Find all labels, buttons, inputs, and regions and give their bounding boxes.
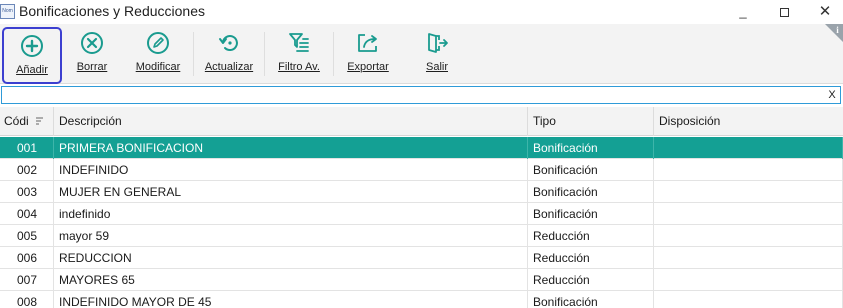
cell-code: 002 bbox=[0, 159, 54, 181]
cell-type: Bonificación bbox=[528, 137, 654, 159]
cell-description: REDUCCION bbox=[54, 247, 528, 269]
add-label: Añadir bbox=[16, 64, 48, 76]
sort-icon bbox=[36, 117, 43, 125]
column-header-type[interactable]: Tipo bbox=[528, 107, 654, 136]
table-row[interactable]: 008 INDEFINIDO MAYOR DE 45 Bonificación bbox=[0, 291, 843, 308]
refresh-button[interactable]: Actualizar bbox=[198, 30, 260, 78]
exit-button[interactable]: Salir bbox=[408, 30, 466, 78]
x-circle-icon bbox=[81, 32, 103, 54]
cell-type: Bonificación bbox=[528, 181, 654, 203]
close-button[interactable]: ✕ bbox=[815, 2, 835, 22]
edit-button[interactable]: Modificar bbox=[128, 30, 188, 78]
refresh-icon bbox=[219, 35, 238, 51]
cell-disposition bbox=[654, 137, 843, 159]
cell-description: MAYORES 65 bbox=[54, 269, 528, 291]
window-title: Bonificaciones y Reducciones bbox=[19, 3, 205, 19]
cell-type: Reducción bbox=[528, 247, 654, 269]
column-header-code-label: Códi bbox=[4, 114, 29, 128]
cell-code: 006 bbox=[0, 247, 54, 269]
table-row[interactable]: 003 MUJER EN GENERAL Bonificación bbox=[0, 181, 843, 203]
toolbar: Añadir Borrar Modificar Actualizar Filtr… bbox=[0, 24, 843, 84]
export-label: Exportar bbox=[347, 61, 389, 73]
advanced-filter-button[interactable]: Filtro Av. bbox=[270, 30, 328, 78]
toolbar-separator bbox=[333, 32, 334, 76]
app-icon: Nom bbox=[0, 4, 15, 19]
info-icon[interactable]: i bbox=[825, 24, 843, 42]
exit-door-icon bbox=[428, 33, 448, 53]
add-button[interactable]: Añadir bbox=[2, 27, 62, 84]
cell-disposition bbox=[654, 291, 843, 308]
maximize-icon bbox=[779, 8, 789, 18]
delete-label: Borrar bbox=[76, 61, 108, 73]
search-input[interactable] bbox=[1, 86, 841, 104]
cell-code: 007 bbox=[0, 269, 54, 291]
cell-description: MUJER EN GENERAL bbox=[54, 181, 528, 203]
cell-code: 003 bbox=[0, 181, 54, 203]
edit-label: Modificar bbox=[135, 61, 181, 73]
table-row[interactable]: 006 REDUCCION Reducción bbox=[0, 247, 843, 269]
cell-code: 005 bbox=[0, 225, 54, 247]
cell-type: Reducción bbox=[528, 269, 654, 291]
plus-circle-icon bbox=[21, 35, 43, 57]
cell-description: INDEFINIDO bbox=[54, 159, 528, 181]
cell-description: mayor 59 bbox=[54, 225, 528, 247]
pencil-circle-icon bbox=[147, 32, 169, 54]
cell-code: 008 bbox=[0, 291, 54, 308]
cell-type: Bonificación bbox=[528, 291, 654, 308]
exit-label: Salir bbox=[425, 61, 448, 73]
export-icon bbox=[358, 34, 377, 52]
cell-description: PRIMERA BONIFICACION bbox=[54, 137, 528, 159]
filter-row: X bbox=[0, 86, 843, 104]
cell-disposition bbox=[654, 159, 843, 181]
table-row[interactable]: 001 PRIMERA BONIFICACION Bonificación bbox=[0, 137, 843, 159]
refresh-label: Actualizar bbox=[204, 61, 254, 73]
advanced-filter-label: Filtro Av. bbox=[278, 61, 320, 73]
cell-disposition bbox=[654, 269, 843, 291]
cell-code: 004 bbox=[0, 203, 54, 225]
table-row[interactable]: 002 INDEFINIDO Bonificación bbox=[0, 159, 843, 181]
cell-disposition bbox=[654, 247, 843, 269]
minimize-button[interactable]: _ bbox=[733, 2, 753, 22]
export-button[interactable]: Exportar bbox=[340, 30, 396, 78]
maximize-button[interactable] bbox=[774, 2, 794, 22]
cell-type: Reducción bbox=[528, 225, 654, 247]
column-header-code[interactable]: Códi bbox=[0, 107, 54, 136]
cell-description: indefinido bbox=[54, 203, 528, 225]
table-row[interactable]: 004 indefinido Bonificación bbox=[0, 203, 843, 225]
column-header-disposition[interactable]: Disposición bbox=[654, 107, 843, 136]
toolbar-separator bbox=[264, 32, 265, 76]
cell-type: Bonificación bbox=[528, 203, 654, 225]
grid-header: Códi Descripción Tipo Disposición bbox=[0, 107, 843, 136]
cell-type: Bonificación bbox=[528, 159, 654, 181]
clear-filter-button[interactable]: X bbox=[826, 87, 838, 103]
cell-disposition bbox=[654, 181, 843, 203]
delete-button[interactable]: Borrar bbox=[70, 30, 114, 78]
column-header-description[interactable]: Descripción bbox=[54, 107, 528, 136]
cell-description: INDEFINIDO MAYOR DE 45 bbox=[54, 291, 528, 308]
table-row[interactable]: 005 mayor 59 Reducción bbox=[0, 225, 843, 247]
toolbar-separator bbox=[193, 32, 194, 76]
filter-list-icon bbox=[289, 33, 309, 52]
cell-disposition bbox=[654, 225, 843, 247]
title-bar: Nom Bonificaciones y Reducciones _ ✕ bbox=[0, 0, 843, 24]
cell-disposition bbox=[654, 203, 843, 225]
cell-code: 001 bbox=[0, 137, 54, 159]
table-row[interactable]: 007 MAYORES 65 Reducción bbox=[0, 269, 843, 291]
